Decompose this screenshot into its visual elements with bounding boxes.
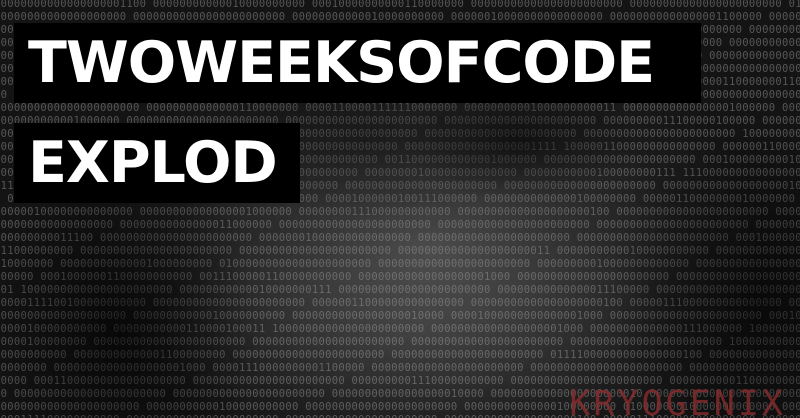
watermark-logo: KRYOGENIX [569,384,786,418]
banner-image: 10000000000000000001100 0000000000001000… [0,0,800,418]
title-line-1: TWOWEEKSOFCODE [14,23,701,103]
title-line-2: EXPLOD [14,123,300,203]
